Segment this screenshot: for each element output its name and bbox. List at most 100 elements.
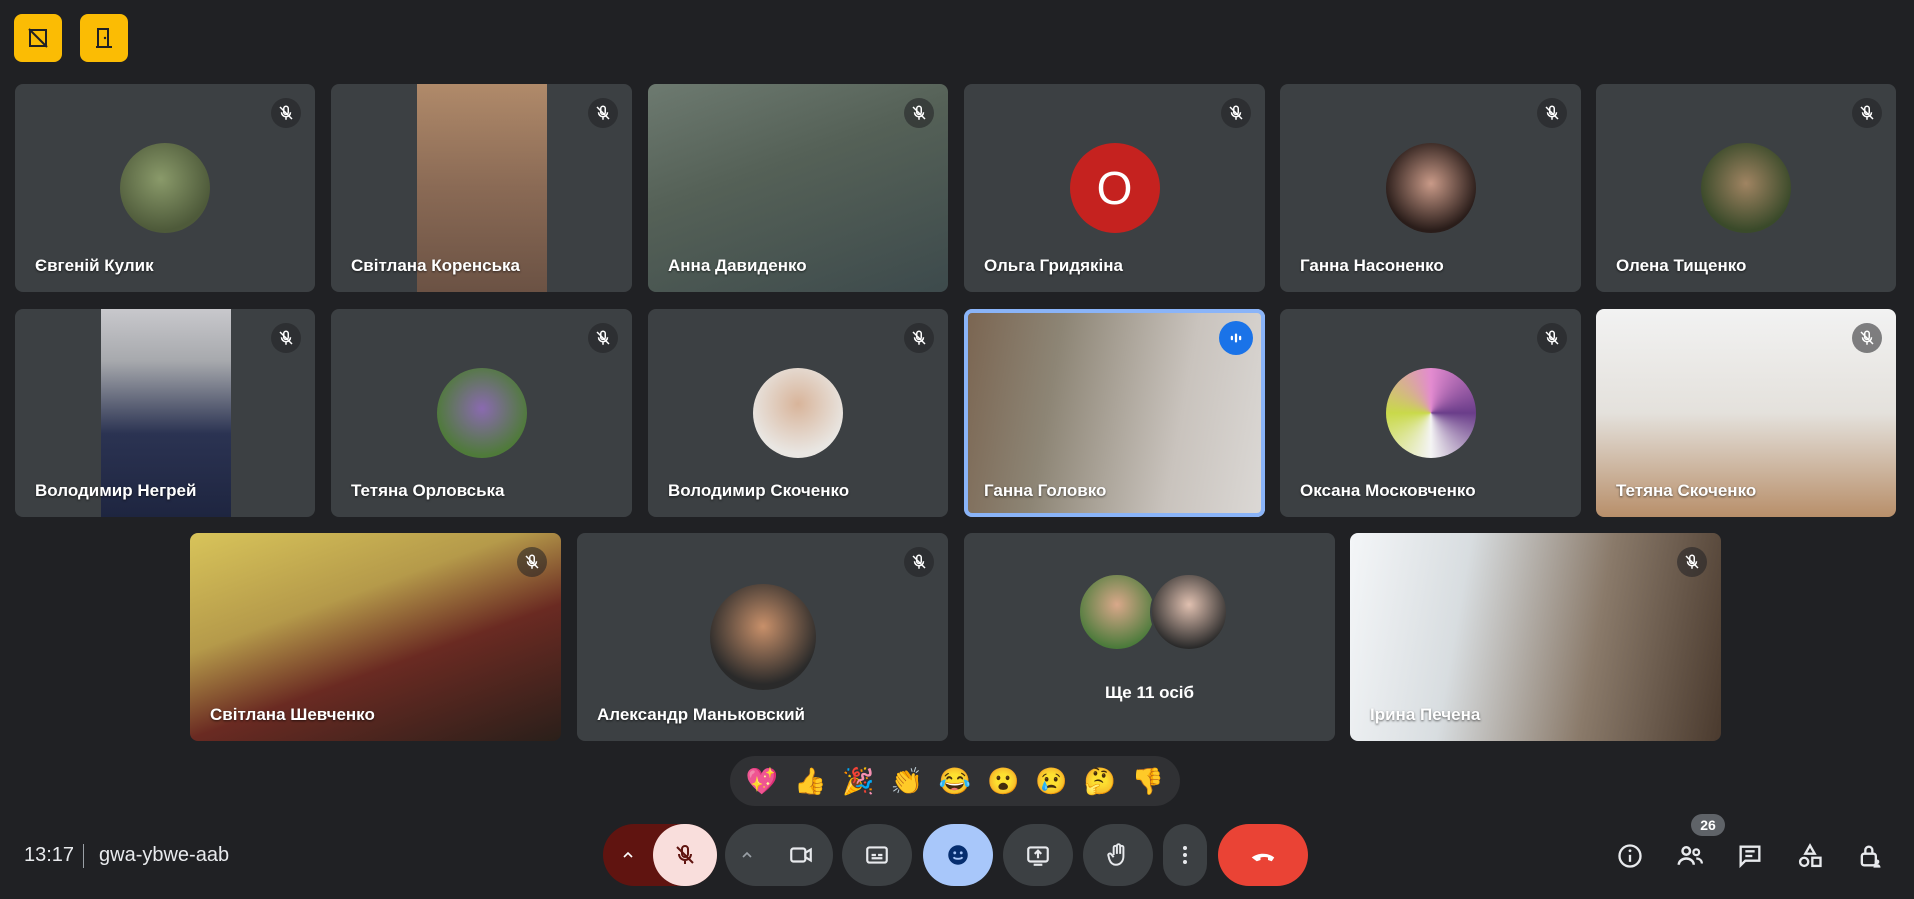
host-controls-button[interactable] xyxy=(1850,836,1890,876)
mic-off-icon xyxy=(1537,98,1567,128)
reaction-thinking[interactable]: 🤔 xyxy=(1083,768,1115,794)
participant-name: Світлана Коренська xyxy=(351,256,520,275)
reaction-clap[interactable]: 👏 xyxy=(891,768,923,794)
participant-tile[interactable]: Тетяна Орловська xyxy=(331,309,632,517)
participant-name: Євгеній Кулик xyxy=(35,256,154,275)
chat-icon xyxy=(1739,845,1761,869)
mic-off-icon xyxy=(1677,547,1707,577)
mic-options-button[interactable] xyxy=(603,824,653,886)
participant-tile[interactable]: Світлана Коренська xyxy=(331,84,632,292)
meeting-details-button[interactable] xyxy=(1610,836,1650,876)
info-icon xyxy=(1618,844,1642,868)
participant-tile[interactable]: Тетяна Скоченко xyxy=(1596,309,1896,517)
participant-tile[interactable]: Володимир Скоченко xyxy=(648,309,948,517)
camera-options-button[interactable] xyxy=(725,824,769,886)
emoji-icon xyxy=(948,845,968,865)
reaction-laugh[interactable]: 😂 xyxy=(939,768,971,794)
participant-tile[interactable]: Світлана Шевченко xyxy=(190,533,561,741)
participant-name: Олена Тищенко xyxy=(1616,256,1747,275)
mic-off-icon xyxy=(904,547,934,577)
leave-call-button[interactable] xyxy=(1218,824,1308,886)
participant-tile[interactable]: Александр Маньковский xyxy=(577,533,948,741)
chevron-up-icon xyxy=(742,851,752,858)
people-icon xyxy=(1677,846,1703,865)
participant-name: Ірина Печена xyxy=(1370,705,1481,724)
participant-tile[interactable]: Володимир Негрей xyxy=(15,309,315,517)
more-participants-avatars xyxy=(1077,573,1228,651)
participant-tile[interactable]: Оксана Московченко xyxy=(1280,309,1581,517)
participant-name: Ольга Гридякіна xyxy=(984,256,1123,275)
avatar xyxy=(753,368,843,458)
avatar xyxy=(1077,573,1156,651)
reaction-heart[interactable]: 💖 xyxy=(746,768,778,794)
reaction-sad[interactable]: 😢 xyxy=(1035,768,1067,794)
mic-off-icon xyxy=(1221,98,1251,128)
more-vert-icon xyxy=(1183,846,1187,864)
participant-tile[interactable]: О Ольга Гридякіна xyxy=(964,84,1265,292)
mic-off-icon xyxy=(1852,323,1882,353)
camera-control-group xyxy=(725,824,833,886)
participant-name: Володимир Негрей xyxy=(35,481,197,500)
hide-tiles-button[interactable] xyxy=(14,14,62,62)
participant-tile[interactable]: Анна Давиденко xyxy=(648,84,948,292)
mic-off-icon xyxy=(676,844,694,864)
reaction-surprised[interactable]: 😮 xyxy=(987,768,1019,794)
participant-tile[interactable]: Євгеній Кулик xyxy=(15,84,315,292)
reaction-thumbs-down[interactable]: 👎 xyxy=(1132,768,1164,794)
shapes-icon xyxy=(1798,843,1822,868)
mic-off-icon xyxy=(1852,98,1882,128)
reaction-party[interactable]: 🎉 xyxy=(842,768,874,794)
participant-name: Тетяна Скоченко xyxy=(1616,481,1757,500)
video-camera-icon xyxy=(790,847,812,863)
avatar xyxy=(1385,143,1476,233)
door-icon xyxy=(96,28,112,48)
mic-off-icon xyxy=(1537,323,1567,353)
avatar xyxy=(1385,368,1476,458)
activities-button[interactable] xyxy=(1790,836,1830,876)
hand-icon xyxy=(1107,843,1125,866)
divider xyxy=(83,844,84,868)
participant-tile[interactable]: Ганна Насоненко xyxy=(1280,84,1581,292)
more-participants-label: Ще 11 осіб xyxy=(1104,683,1195,702)
participant-tile[interactable]: Ірина Печена xyxy=(1350,533,1721,741)
participant-name: Тетяна Орловська xyxy=(351,481,505,500)
avatar xyxy=(1149,573,1228,651)
more-participants-tile[interactable]: Ще 11 осіб xyxy=(964,533,1335,741)
mic-off-icon xyxy=(588,323,618,353)
captions-button[interactable] xyxy=(842,824,912,886)
avatar xyxy=(709,584,816,690)
hang-up-icon xyxy=(1251,853,1275,862)
mic-off-icon xyxy=(904,98,934,128)
raise-hand-button[interactable] xyxy=(1083,824,1153,886)
present-screen-icon xyxy=(1027,846,1049,866)
present-screen-button[interactable] xyxy=(1003,824,1073,886)
reactions-button[interactable] xyxy=(923,824,993,886)
people-button[interactable] xyxy=(1670,836,1710,876)
mic-off-icon xyxy=(271,323,301,353)
chevron-up-icon xyxy=(623,851,633,858)
camera-toggle-button[interactable] xyxy=(769,824,833,886)
mic-off-icon xyxy=(517,547,547,577)
chat-button[interactable] xyxy=(1730,836,1770,876)
participant-tile[interactable]: Олена Тищенко xyxy=(1596,84,1896,292)
avatar xyxy=(120,143,210,233)
more-options-button[interactable] xyxy=(1163,824,1207,886)
avatar xyxy=(1701,143,1791,233)
avatar xyxy=(436,368,527,458)
participant-name: Володимир Скоченко xyxy=(668,481,850,500)
avatar: О xyxy=(1069,143,1160,233)
lock-person-icon xyxy=(1860,845,1881,868)
door-button[interactable] xyxy=(80,14,128,62)
participant-name: Ганна Головко xyxy=(984,481,1107,500)
hide-tiles-icon xyxy=(28,28,48,48)
reactions-bar: 💖 👍 🎉 👏 😂 😮 😢 🤔 👎 xyxy=(730,756,1180,806)
participants-count-badge: 26 xyxy=(1691,814,1725,836)
mic-toggle-button[interactable] xyxy=(653,824,717,886)
meeting-time: 13:17 xyxy=(24,844,75,866)
closed-captions-icon xyxy=(866,846,888,864)
participant-tile-active[interactable]: Ганна Головко xyxy=(964,309,1265,517)
mic-off-icon xyxy=(271,98,301,128)
speaking-indicator-icon xyxy=(1219,321,1253,355)
mic-off-icon xyxy=(904,323,934,353)
reaction-thumbs-up[interactable]: 👍 xyxy=(794,768,826,794)
